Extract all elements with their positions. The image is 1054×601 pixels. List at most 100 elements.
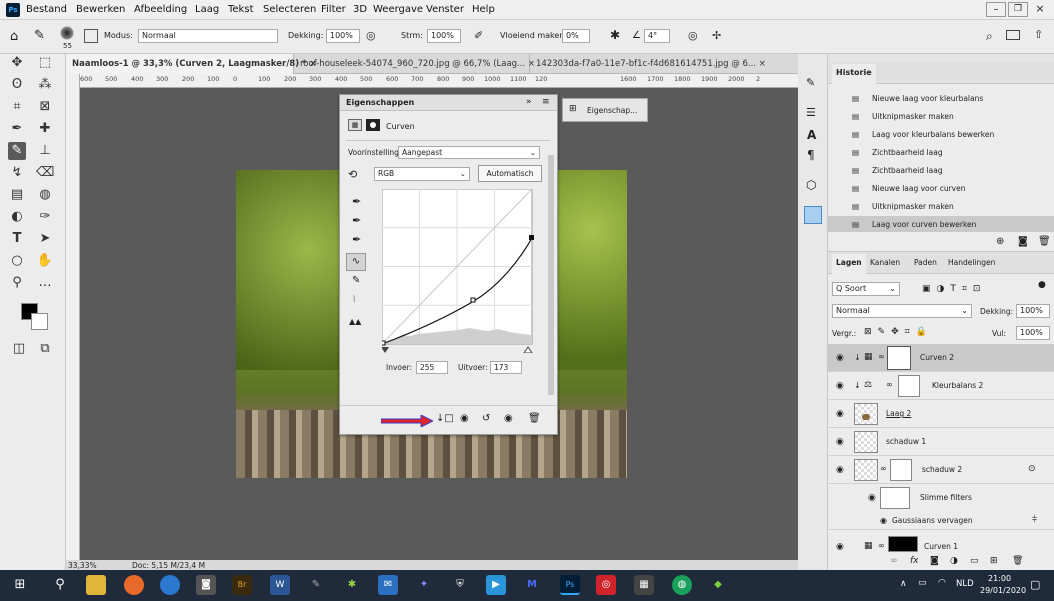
firefox-icon[interactable] [124, 575, 144, 595]
history-brush-tool-icon[interactable]: ↯ [8, 164, 26, 182]
app-icon[interactable]: ✦ [414, 575, 434, 595]
app-icon[interactable]: ◆ [708, 575, 728, 595]
layer-mask-thumbnail[interactable] [887, 346, 911, 370]
tray-date[interactable]: 29/01/2020 [980, 586, 1026, 595]
layer-name[interactable]: schaduw 1 [886, 437, 926, 446]
trash-icon[interactable]: 🗑 [1012, 556, 1023, 566]
more-tools-icon[interactable]: … [36, 274, 54, 292]
path-select-tool-icon[interactable]: ➤ [36, 230, 54, 248]
brush-preset-icon[interactable] [60, 26, 74, 40]
search-icon[interactable]: ⚲ [50, 575, 70, 595]
zoom-tool-icon[interactable]: ⚲ [8, 274, 26, 292]
word-icon[interactable]: W [270, 575, 290, 595]
tab-kanalen[interactable]: Kanalen [870, 258, 900, 267]
adjustments-panel-icon[interactable]: ☰ [806, 106, 816, 119]
curve-control-point[interactable] [470, 297, 476, 303]
filter-name[interactable]: Gaussiaans vervagen [892, 516, 973, 525]
preset-select[interactable]: Aangepast ⌄ [398, 146, 540, 159]
mask-icon[interactable] [366, 119, 380, 131]
app-icon[interactable] [160, 575, 180, 595]
tab-active[interactable]: Naamloos-1 @ 33,3% (Curven 2, Laagmasker… [66, 54, 317, 74]
layer-filter-icons[interactable]: ▣◑T⌗⊡ [922, 284, 986, 294]
file-explorer-icon[interactable] [86, 575, 106, 595]
history-item[interactable]: ▤ Zichtbaarheid laag [828, 162, 1054, 180]
gear-icon[interactable]: ✱ [610, 28, 620, 42]
frame-tool-icon[interactable]: ⊠ [36, 98, 54, 116]
layer-row-selected[interactable]: ◉ ↓ ▦ ∞ Curven 2 [828, 344, 1054, 372]
calculator-icon[interactable]: ▦ [634, 575, 654, 595]
menu-weergave[interactable]: Weergave [373, 4, 423, 15]
smart-filters-row[interactable]: ◉ Slimme filters [828, 484, 1054, 512]
eraser-tool-icon[interactable]: ⌫ [36, 164, 54, 182]
scrollbar[interactable] [548, 155, 554, 395]
smooth-curve-icon[interactable]: ⌇ [352, 295, 356, 305]
group-icon[interactable]: ▭ [970, 556, 979, 566]
curve-start-point[interactable] [382, 340, 386, 346]
visibility-eye-icon[interactable]: ◉ [836, 437, 844, 447]
white-point-eyedropper-icon[interactable]: ✒ [352, 233, 361, 246]
channel-select[interactable]: RGB ⌄ [374, 167, 470, 181]
menu-venster[interactable]: Venster [426, 4, 464, 15]
gray-point-eyedropper-icon[interactable]: ✒ [352, 214, 361, 227]
tab-142303da[interactable]: 142303da-f7a0-11e7-bf1c-f4d681614751.jpg… [530, 54, 766, 74]
symmetry-icon[interactable]: ✢ [712, 29, 721, 42]
app-icon[interactable]: M [522, 575, 542, 595]
collapse-icon[interactable]: » [526, 97, 532, 107]
white-slider-icon[interactable] [523, 346, 533, 353]
visibility-eye-icon[interactable]: ◉ [836, 381, 844, 391]
brush-tool-active-icon[interactable]: ✎ [8, 142, 26, 160]
reset-icon[interactable]: ↺ [482, 413, 490, 424]
pencil-curve-icon[interactable]: ✎ [352, 275, 360, 286]
outlook-icon[interactable]: ✉ [378, 575, 398, 595]
layer-thumbnail[interactable] [854, 403, 878, 425]
auto-button[interactable]: Automatisch [478, 165, 542, 182]
visibility-eye-icon[interactable]: ◉ [836, 465, 844, 475]
clip-to-layer-icon[interactable]: ↓□ [436, 413, 454, 424]
curves-graph[interactable] [382, 189, 536, 353]
layer-name[interactable]: Laag 2 [886, 409, 911, 418]
black-point-eyedropper-icon[interactable]: ✒ [352, 195, 361, 208]
layer-row[interactable]: ◉ schaduw 1 [828, 428, 1054, 456]
visibility-eye-icon[interactable]: ◉ [868, 493, 876, 503]
dodge-tool-icon[interactable]: ◐ [8, 208, 26, 226]
history-item[interactable]: ▤ Uitknipmasker maken [828, 108, 1054, 126]
tray-time[interactable]: 21:00 [988, 574, 1011, 583]
workspace-icon[interactable] [1006, 30, 1020, 40]
angle-input[interactable]: 4° [644, 29, 670, 43]
brush-settings-panel-icon[interactable]: ✎ [806, 76, 815, 89]
layer-row[interactable]: ◉ ↓ ⚖ ∞ Kleurbalans 2 [828, 372, 1054, 400]
trash-icon[interactable]: 🗑 [1038, 236, 1051, 247]
clip-warning-icon[interactable]: ▲▲ [349, 317, 361, 326]
layer-mask-thumbnail[interactable] [890, 459, 912, 481]
tray-chevron-icon[interactable]: ∧ [900, 579, 907, 589]
restore-button[interactable]: ❐ [1008, 2, 1028, 17]
tab-lagen[interactable]: Lagen [832, 254, 866, 274]
app-icon[interactable]: ▶ [486, 575, 506, 595]
pen-tool-icon[interactable]: ✑ [36, 208, 54, 226]
search-icon[interactable]: ⌕ [986, 29, 993, 44]
menu-bewerken[interactable]: Bewerken [76, 4, 125, 15]
layer-thumbnail[interactable] [854, 431, 878, 453]
lock-icons[interactable]: ⊠✎✥⌗🔒 [864, 327, 933, 337]
camera-icon[interactable]: ◙ [196, 575, 216, 595]
layer-row[interactable]: ◉ ∞ schaduw 2 ⊙ [828, 456, 1054, 484]
libraries-panel-icon[interactable] [804, 206, 822, 224]
visibility-eye-icon[interactable]: ◉ [836, 542, 844, 552]
opacity-input[interactable]: 100% [1016, 304, 1050, 318]
gradient-tool-icon[interactable]: ▤ [8, 186, 26, 204]
magic-wand-tool-icon[interactable]: ⁂ [36, 76, 54, 94]
layer-name[interactable]: schaduw 2 [922, 465, 962, 474]
close-button[interactable]: × [1030, 2, 1050, 17]
link-layers-icon[interactable]: ∞ [890, 556, 898, 566]
curve-end-point[interactable] [529, 235, 534, 240]
screen-mode-icon[interactable]: ⧉ [36, 340, 54, 358]
history-title[interactable]: Historie [832, 64, 876, 84]
visibility-eye-icon[interactable]: ◉ [880, 516, 887, 525]
menu-laag[interactable]: Laag [195, 4, 219, 15]
zoom-level[interactable]: 33,33% [68, 561, 97, 570]
menu-filter[interactable]: Filter [321, 4, 346, 15]
app-icon[interactable]: ◎ [596, 575, 616, 595]
target-adjust-icon[interactable]: ⟲ [348, 168, 357, 181]
vloeiend-input[interactable]: 0% [562, 29, 590, 43]
smart-filters-label[interactable]: Slimme filters [920, 493, 972, 502]
